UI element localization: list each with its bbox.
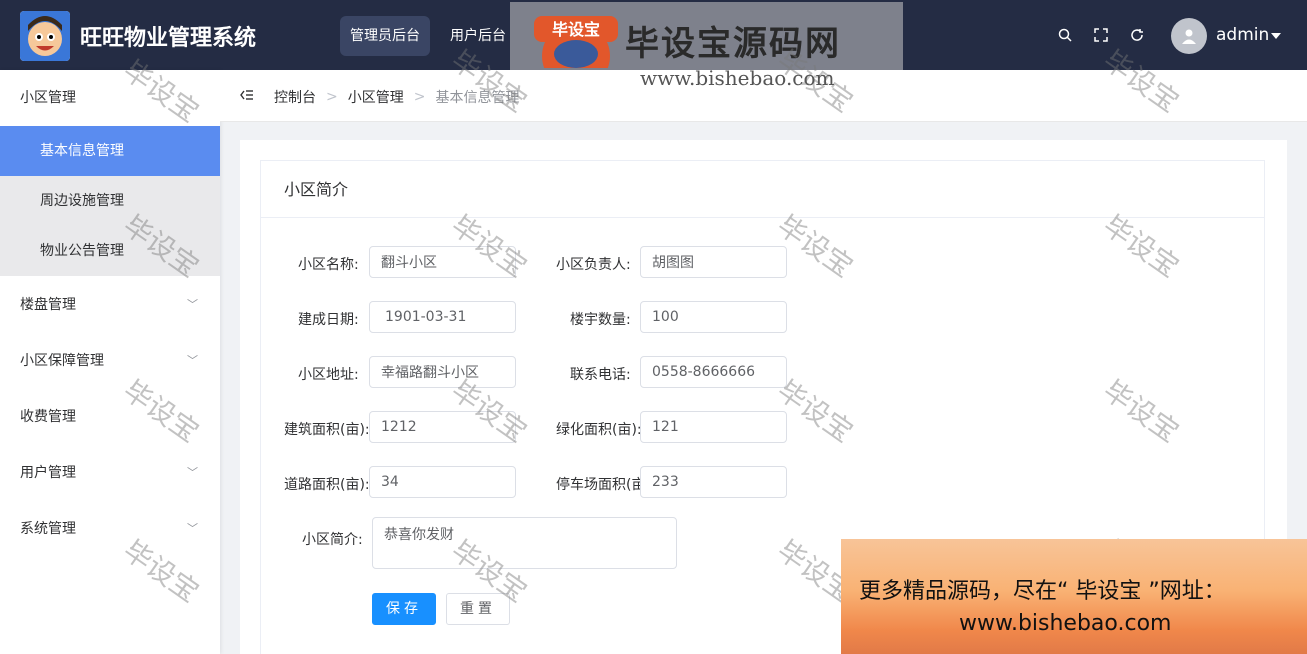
top-nav: 管理员后台 用户后台: [340, 16, 516, 56]
chevron-right-icon: >: [326, 89, 338, 105]
name-label: 小区名称:: [298, 257, 359, 273]
name-input[interactable]: [369, 246, 516, 278]
bishebao-logo-icon: 毕设宝: [534, 16, 618, 68]
sidebar-item-label: 小区保障管理: [20, 353, 104, 369]
chevron-down-icon: ﹀: [187, 466, 198, 479]
search-icon[interactable]: [1057, 27, 1073, 43]
building-area-input[interactable]: [369, 411, 516, 443]
manager-input[interactable]: [640, 246, 787, 278]
chevron-right-icon: >: [413, 89, 426, 105]
chevron-down-icon: ﹀: [187, 354, 198, 367]
caret-down-icon[interactable]: [1271, 33, 1281, 39]
phone-input[interactable]: [640, 356, 787, 388]
sidebar-item-buildings[interactable]: 楼盘管理 ﹀: [0, 277, 220, 333]
sidebar-submenu-community: 基本信息管理 周边设施管理 物业公告管理: [0, 126, 220, 276]
watermark-banner: 毕设宝 毕设宝源码网: [510, 2, 903, 70]
panel-title: 小区简介: [261, 161, 1264, 218]
sidebar-item-basic-info[interactable]: 基本信息管理: [0, 126, 220, 176]
sidebar-item-label: 楼盘管理: [20, 297, 76, 313]
sidebar-item-security[interactable]: 小区保障管理 ﹀: [0, 333, 220, 389]
building-count-label: 楼宇数量:: [570, 312, 631, 328]
intro-textarea[interactable]: 恭喜你发财: [372, 517, 677, 569]
sidebar-item-label: 系统管理: [20, 521, 76, 537]
sidebar-item-system[interactable]: 系统管理 ﹀: [0, 501, 220, 557]
build-date-label: 建成日期:: [298, 312, 359, 328]
phone-label: 联系电话:: [570, 367, 631, 383]
app-title: 旺旺物业管理系统: [80, 26, 257, 51]
topnav-admin[interactable]: 管理员后台: [340, 16, 430, 56]
sidebar-item-label: 小区管理: [20, 90, 76, 106]
parking-area-input[interactable]: [640, 466, 787, 498]
chevron-down-icon: ﹀: [187, 298, 198, 311]
svg-text:毕设宝: 毕设宝: [552, 20, 600, 39]
app-logo: [20, 11, 70, 61]
address-label: 小区地址:: [298, 367, 359, 383]
watermark-title: 毕设宝源码网: [625, 24, 841, 64]
topnav-user[interactable]: 用户后台: [440, 16, 516, 56]
green-area-input[interactable]: [640, 411, 787, 443]
save-button[interactable]: 保存: [372, 593, 436, 625]
address-input[interactable]: [369, 356, 516, 388]
road-area-input[interactable]: [369, 466, 516, 498]
promo-url: www.bishebao.com: [959, 611, 1172, 636]
sidebar-item-label: 收费管理: [20, 409, 76, 425]
breadcrumb-item-current: 基本信息管理: [435, 90, 520, 106]
sidebar-item-facilities[interactable]: 周边设施管理: [0, 176, 220, 226]
watermark-url: www.bishebao.com: [640, 66, 835, 90]
green-area-label: 绿化面积(亩):: [556, 422, 642, 438]
sidebar: 小区管理 基本信息管理 周边设施管理 物业公告管理 楼盘管理 ﹀ 小区保障管理 …: [0, 70, 220, 654]
sidebar-item-notices[interactable]: 物业公告管理: [0, 226, 220, 276]
parking-area-label: 停车场面积(亩: [556, 477, 640, 493]
username[interactable]: admin: [1216, 25, 1269, 45]
promo-line-1: 更多精品源码，尽在“ 毕设宝 ”网址：: [859, 579, 1226, 604]
menu-fold-icon[interactable]: [240, 88, 254, 106]
breadcrumb-item-dashboard[interactable]: 控制台: [274, 87, 316, 107]
build-date-picker[interactable]: [369, 301, 516, 333]
fullscreen-icon[interactable]: [1093, 27, 1109, 43]
sidebar-item-label: 用户管理: [20, 465, 76, 481]
road-area-label: 道路面积(亩):: [284, 477, 370, 493]
manager-label: 小区负责人:: [556, 257, 631, 273]
chevron-down-icon: ﹀: [187, 522, 198, 535]
avatar[interactable]: [1171, 18, 1207, 54]
sidebar-item-fees[interactable]: 收费管理: [0, 389, 220, 445]
breadcrumb-item-community[interactable]: 小区管理: [348, 87, 404, 107]
building-count-input[interactable]: [640, 301, 787, 333]
refresh-icon[interactable]: [1129, 27, 1145, 43]
sidebar-item-community[interactable]: 小区管理: [0, 70, 220, 126]
sidebar-item-users[interactable]: 用户管理 ﹀: [0, 445, 220, 501]
breadcrumb: 控制台 > 小区管理 > 基本信息管理: [274, 87, 519, 107]
intro-label: 小区简介:: [302, 532, 363, 548]
promo-banner: 更多精品源码，尽在“ 毕设宝 ”网址： www.bishebao.com: [841, 539, 1307, 654]
top-header: 旺旺物业管理系统 管理员后台 用户后台 毕设宝 毕设宝源码网 www.bishe…: [0, 0, 1307, 90]
header-icons: [1057, 27, 1145, 43]
reset-button[interactable]: 重置: [446, 593, 510, 625]
building-area-label: 建筑面积(亩):: [284, 422, 370, 438]
